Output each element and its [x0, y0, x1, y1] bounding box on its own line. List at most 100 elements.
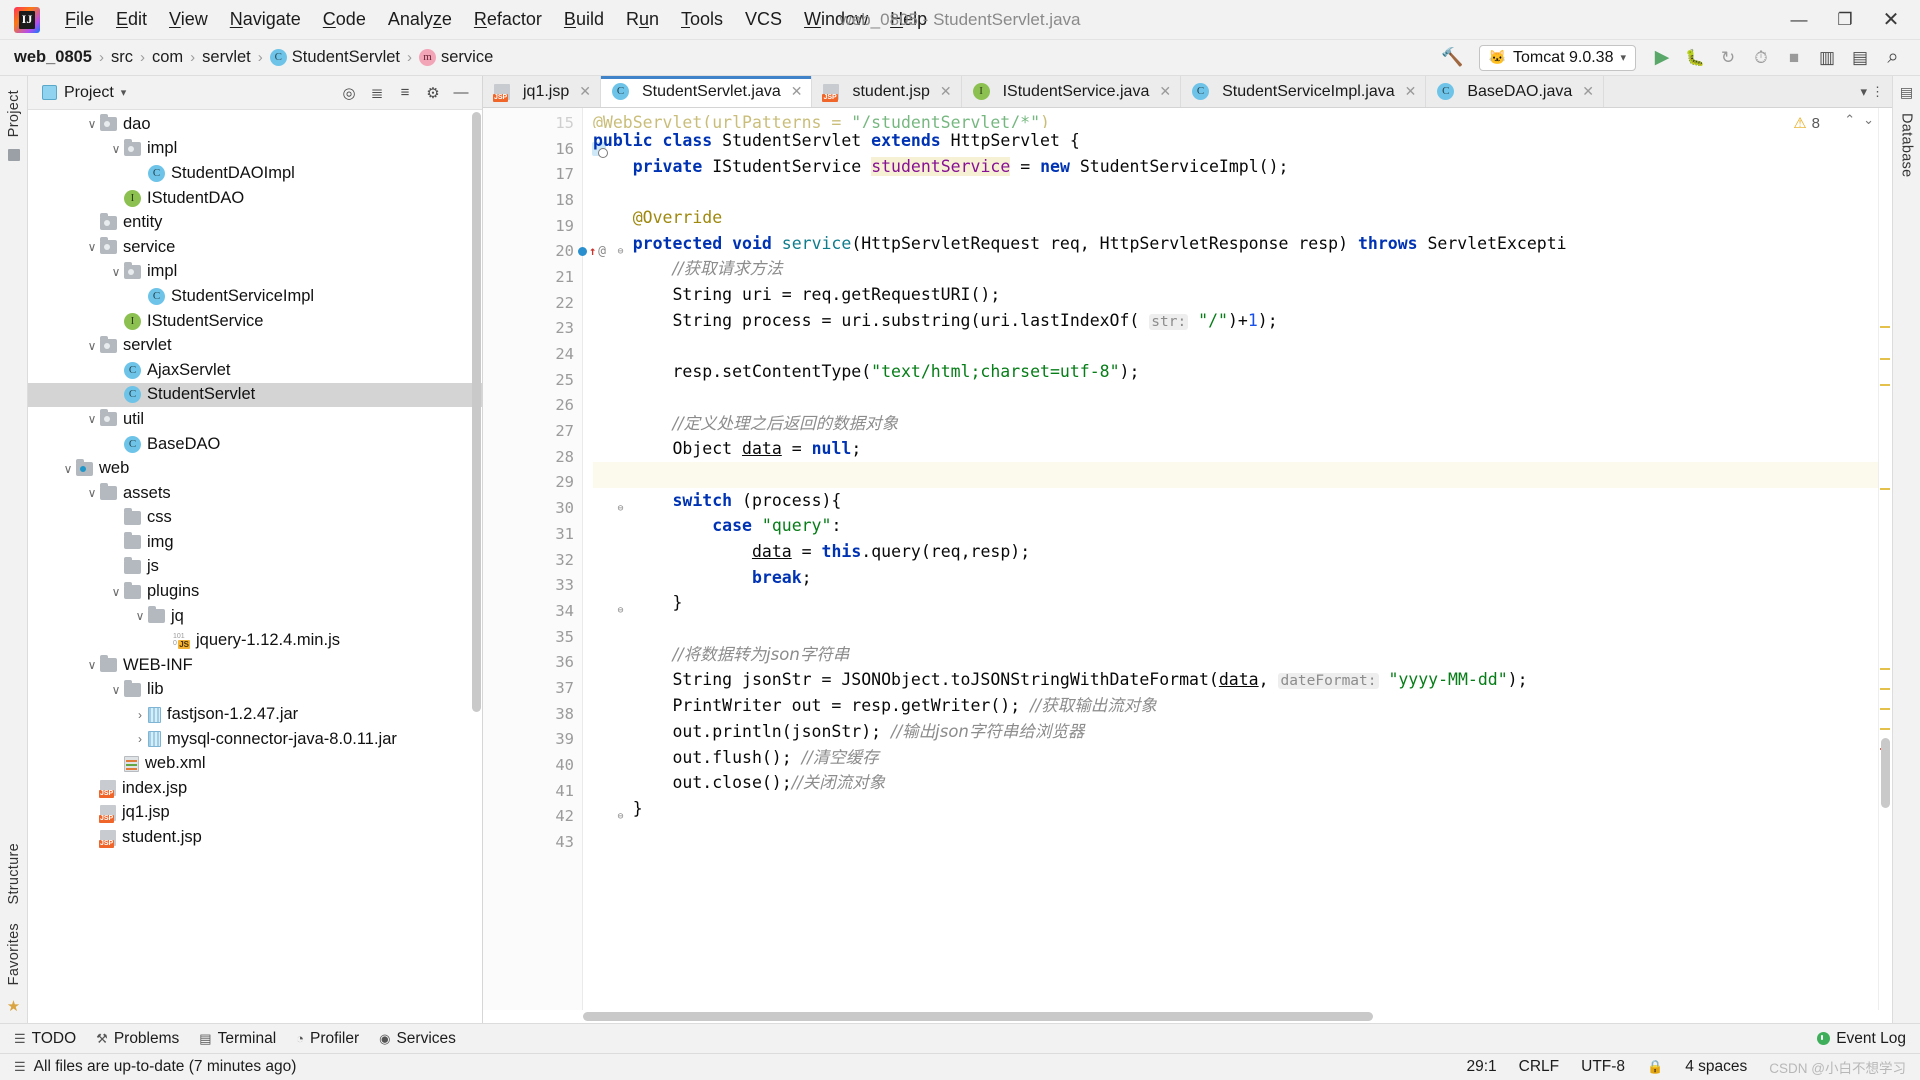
tree-expander-icon[interactable]: ·: [132, 289, 148, 303]
menu-item-tools[interactable]: Tools: [670, 7, 734, 32]
tree-expander-icon[interactable]: ∨: [84, 339, 100, 353]
code-line-41[interactable]: out.close();//关闭流对象: [593, 770, 1892, 796]
stop-button[interactable]: ■: [1779, 44, 1809, 72]
gutter-line-17[interactable]: 17: [483, 161, 582, 187]
tree-expander-icon[interactable]: ›: [132, 732, 148, 746]
gutter-line-24[interactable]: 24: [483, 341, 582, 367]
tree-expander-icon[interactable]: ∨: [108, 683, 124, 697]
menu-item-navigate[interactable]: Navigate: [219, 7, 312, 32]
tree-expander-icon[interactable]: ·: [84, 806, 100, 820]
gutter-line-39[interactable]: 39: [483, 727, 582, 753]
tree-item-jquery-1-12-4-min-js[interactable]: ·1010JS jquery-1.12.4.min.js: [28, 628, 482, 653]
gutter-line-20[interactable]: 20 ↑ @ ⊖: [483, 238, 623, 264]
chevron-down-icon[interactable]: ⌄: [1863, 112, 1874, 128]
tree-item-web-xml[interactable]: · web.xml: [28, 751, 482, 776]
code-line-16[interactable]: public class StudentServlet extends Http…: [593, 128, 1892, 154]
tree-item-img[interactable]: · img: [28, 530, 482, 555]
breadcrumb-item-service[interactable]: m service: [419, 48, 493, 67]
tree-item-fastjson-1-2-47-jar[interactable]: › fastjson-1.2.47.jar: [28, 702, 482, 727]
chevron-up-icon[interactable]: ⌃: [1844, 112, 1855, 128]
tree-expander-icon[interactable]: ·: [156, 634, 172, 648]
chevron-down-icon[interactable]: ▾: [1860, 84, 1867, 100]
editor-tab-basedao-java[interactable]: C BaseDAO.java ✕: [1426, 76, 1605, 107]
tree-item-istudentservice[interactable]: ·I IStudentService: [28, 309, 482, 334]
tree-item-istudentdao[interactable]: ·I IStudentDAO: [28, 186, 482, 211]
toolwindow-button-profiler[interactable]: ◔ Profiler: [296, 1030, 359, 1048]
preview-icon[interactable]: ▤: [1845, 44, 1875, 72]
tree-item-impl[interactable]: ∨ impl: [28, 260, 482, 285]
rail-button-favorites[interactable]: Favorites: [6, 917, 22, 991]
tree-expander-icon[interactable]: ∨: [84, 412, 100, 426]
code-line-33[interactable]: break;: [593, 565, 1892, 591]
maximize-button[interactable]: ❐: [1822, 1, 1868, 39]
close-icon[interactable]: ✕: [579, 83, 591, 100]
code-line-30[interactable]: switch (process){: [593, 488, 1892, 514]
tree-expander-icon[interactable]: ∨: [108, 585, 124, 599]
inspection-warning-badge[interactable]: ⚠ 8: [1793, 114, 1820, 133]
hammer-icon[interactable]: 🔨: [1438, 44, 1468, 72]
gutter-line-31[interactable]: 31: [483, 521, 582, 547]
close-icon[interactable]: ✕: [791, 83, 803, 100]
breadcrumb-item-servlet[interactable]: servlet: [202, 48, 251, 67]
project-tree-scrollbar[interactable]: [472, 112, 481, 712]
tree-expander-icon[interactable]: ∨: [84, 117, 100, 131]
gutter-line-37[interactable]: 37: [483, 675, 582, 701]
gear-icon[interactable]: ⚙: [420, 80, 446, 106]
hide-icon[interactable]: —: [448, 80, 474, 106]
tree-expander-icon[interactable]: ∨: [84, 486, 100, 500]
code-line-32[interactable]: data = this.query(req,resp);: [593, 539, 1892, 565]
tree-item-dao[interactable]: ∨ dao: [28, 112, 482, 137]
toolwindow-button-problems[interactable]: ⚒ Problems: [96, 1030, 179, 1048]
tree-expander-icon[interactable]: ∨: [84, 240, 100, 254]
rail-button-project[interactable]: Project: [6, 84, 22, 143]
tree-item-index-jsp[interactable]: · index.jsp: [28, 776, 482, 801]
layout-icon[interactable]: ▥: [1812, 44, 1842, 72]
menu-item-view[interactable]: View: [158, 7, 219, 32]
expand-icon[interactable]: ≡: [392, 80, 418, 106]
menu-item-build[interactable]: Build: [553, 7, 615, 32]
tree-expander-icon[interactable]: ·: [108, 535, 124, 549]
profile-icon[interactable]: ⏱: [1746, 44, 1776, 72]
run-configuration-selector[interactable]: 🐱 Tomcat 9.0.38 ▾: [1478, 44, 1636, 71]
run-button[interactable]: ▶: [1647, 44, 1677, 72]
menu-icon[interactable]: ▤: [1900, 84, 1913, 101]
breadcrumb-item-studentservlet[interactable]: C StudentServlet: [269, 48, 400, 67]
close-icon[interactable]: ✕: [1405, 83, 1417, 100]
gutter-line-41[interactable]: 41: [483, 778, 582, 804]
more-tabs-icon[interactable]: ⋮: [1871, 84, 1884, 100]
tree-expander-icon[interactable]: ·: [84, 781, 100, 795]
tree-item-web-inf[interactable]: ∨ WEB-INF: [28, 653, 482, 678]
menu-item-window[interactable]: Window: [793, 7, 879, 32]
tree-item-ajaxservlet[interactable]: ·C AjaxServlet: [28, 358, 482, 383]
close-button[interactable]: ✕: [1868, 1, 1914, 39]
menu-item-run[interactable]: Run: [615, 7, 670, 32]
editor-tab-studentservlet-java[interactable]: C StudentServlet.java ✕: [600, 76, 813, 107]
gutter-line-22[interactable]: 22: [483, 290, 582, 316]
line-separator[interactable]: CRLF: [1519, 1058, 1559, 1076]
tree-item-servlet[interactable]: ∨ servlet: [28, 333, 482, 358]
tree-item-lib[interactable]: ∨ lib: [28, 678, 482, 703]
caret-position[interactable]: 29:1: [1466, 1058, 1496, 1076]
code-line-39[interactable]: out.println(jsonStr); //输出json字符串给浏览器: [593, 719, 1892, 745]
gutter-line-33[interactable]: 33: [483, 572, 582, 598]
menu-item-code[interactable]: Code: [312, 7, 377, 32]
code-line-35[interactable]: [593, 616, 1892, 642]
gutter-line-35[interactable]: 35: [483, 624, 582, 650]
code-line-42[interactable]: }: [593, 796, 1892, 822]
target-icon[interactable]: ◎: [336, 80, 362, 106]
tree-item-studentdaoimpl[interactable]: ·C StudentDAOImpl: [28, 161, 482, 186]
tree-item-util[interactable]: ∨ util: [28, 407, 482, 432]
indent-setting[interactable]: 4 spaces: [1685, 1058, 1747, 1076]
code-line-43[interactable]: [593, 822, 1892, 848]
tree-item-assets[interactable]: ∨ assets: [28, 481, 482, 506]
editor-tab-istudentservice-java[interactable]: I IStudentService.java ✕: [961, 76, 1182, 107]
code-line-21[interactable]: //获取请求方法: [593, 256, 1892, 282]
tree-expander-icon[interactable]: ·: [108, 511, 124, 525]
tree-expander-icon[interactable]: ·: [108, 191, 124, 205]
code-line-15[interactable]: @WebServlet(urlPatterns = "/studentServl…: [593, 110, 1892, 128]
tree-expander-icon[interactable]: ›: [132, 708, 148, 722]
editor-tab-studentserviceimpl-java[interactable]: C StudentServiceImpl.java ✕: [1181, 76, 1427, 107]
event-log-button[interactable]: Event Log: [1817, 1030, 1906, 1048]
code-line-40[interactable]: out.flush(); //清空缓存: [593, 745, 1892, 771]
code-line-26[interactable]: [593, 385, 1892, 411]
